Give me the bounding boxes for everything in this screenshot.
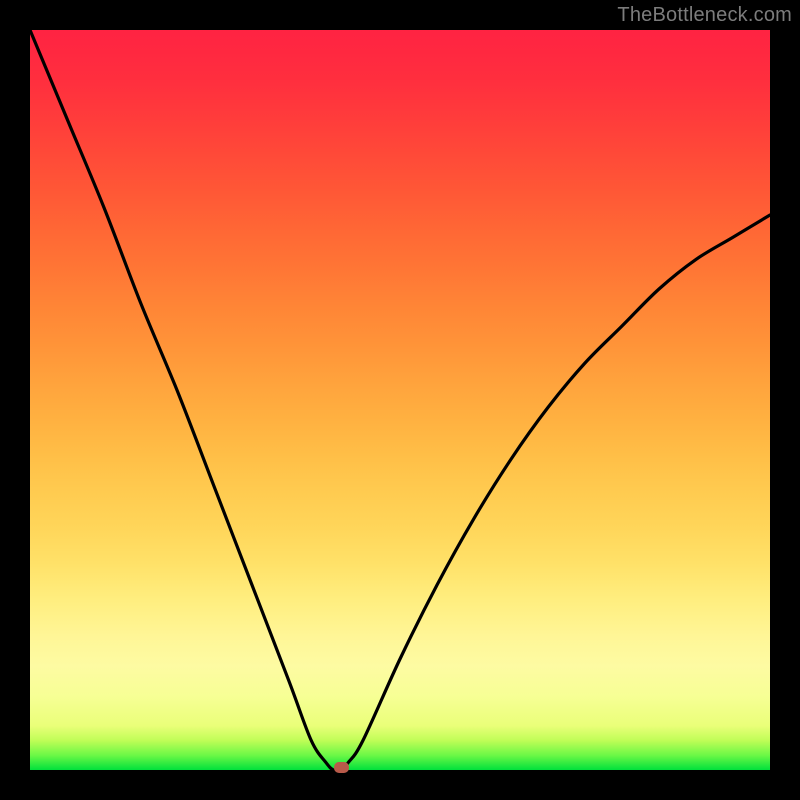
minimum-marker <box>334 762 349 773</box>
bottleneck-curve <box>30 30 770 770</box>
plot-area <box>30 30 770 770</box>
chart-frame: TheBottleneck.com <box>0 0 800 800</box>
watermark-text: TheBottleneck.com <box>617 4 792 27</box>
